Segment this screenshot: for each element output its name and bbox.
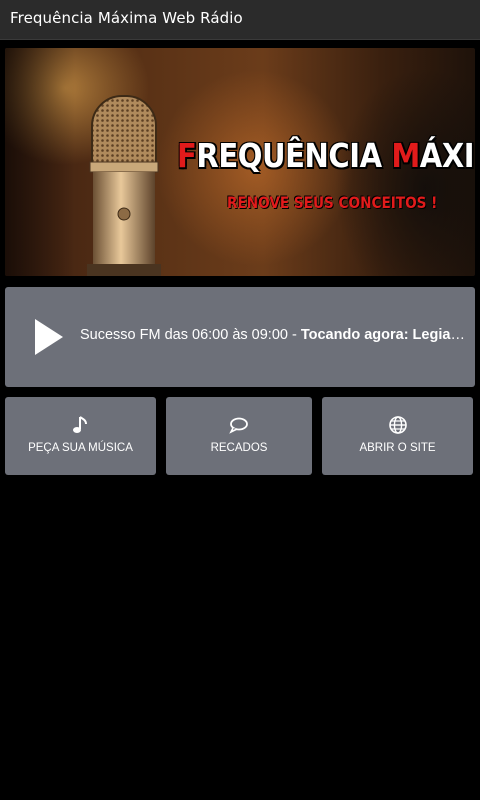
app-title: Frequência Máxima Web Rádio (10, 9, 243, 27)
player-card[interactable]: Sucesso FM das 06:00 às 09:00 - Tocando … (5, 287, 475, 387)
music-note-icon (72, 416, 87, 433)
station-slogan: RENOVE SEUS CONCEITOS ! (227, 193, 438, 212)
messages-label: RECADOS (210, 442, 268, 454)
action-bar: Frequência Máxima Web Rádio (0, 0, 480, 40)
open-site-button[interactable]: ABRIR O SITE (322, 397, 473, 475)
speech-bubble-icon (229, 417, 248, 434)
globe-icon (388, 416, 407, 434)
open-site-label: ABRIR O SITE (359, 442, 436, 454)
play-icon[interactable] (29, 317, 69, 357)
request-song-label: PEÇA SUA MÚSICA (28, 442, 133, 454)
program-schedule: Sucesso FM das 06:00 às 09:00 - (80, 327, 301, 343)
request-song-button[interactable]: PEÇA SUA MÚSICA (5, 397, 156, 475)
messages-button[interactable]: RECADOS (166, 397, 312, 475)
microphone-image (87, 95, 161, 276)
station-logo-text: FREQUÊNCIA MÁXIMA (177, 136, 475, 175)
now-playing-text: Sucesso FM das 06:00 às 09:00 - Tocando … (80, 327, 468, 343)
now-playing-track: Tocando agora: Legiao… (300, 327, 468, 343)
station-banner: FREQUÊNCIA MÁXIMA RENOVE SEUS CONCEITOS … (5, 48, 475, 276)
